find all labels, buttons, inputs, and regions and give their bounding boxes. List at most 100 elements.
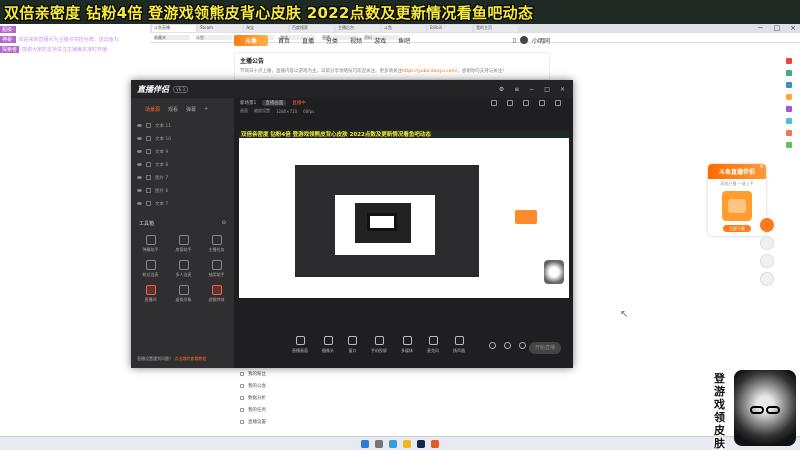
- steam-icon[interactable]: [417, 439, 425, 448]
- maximize-icon[interactable]: □: [544, 86, 550, 93]
- timer-icon[interactable]: [504, 341, 511, 349]
- sidebar-icon[interactable]: [786, 82, 792, 88]
- tool-item[interactable]: 主播任务: [200, 235, 233, 253]
- home-icon[interactable]: [760, 236, 774, 250]
- close-icon[interactable]: ×: [560, 86, 565, 93]
- eye-icon[interactable]: [137, 189, 142, 192]
- user-name[interactable]: 小明同: [532, 36, 550, 45]
- browser-tab[interactable]: 百度搜索: [290, 25, 334, 32]
- start-live-button[interactable]: 开始直播: [529, 342, 561, 354]
- minimize-icon[interactable]: −: [529, 86, 534, 93]
- tab-scene-sources[interactable]: 场景源: [145, 106, 160, 113]
- menu-item[interactable]: 我的粉丝: [234, 368, 286, 380]
- douyu-logo[interactable]: 斗鱼: [234, 34, 268, 46]
- sidebar-icon[interactable]: [786, 142, 792, 148]
- download-promo-card[interactable]: 斗鱼直播伴侣 × 高效开播 一键上手 立即下载: [708, 164, 766, 236]
- minimize-icon[interactable]: −: [758, 24, 764, 32]
- stream-preview[interactable]: 双倍亲密度 钻粉4倍 登游戏领熊皮背心皮肤 2022点数及更新情况看鱼吧动态: [239, 130, 569, 298]
- eye-icon[interactable]: [137, 124, 142, 127]
- settings-icon[interactable]: [519, 341, 526, 349]
- tab-viewers[interactable]: 观看: [168, 106, 178, 113]
- browser-tab[interactable]: 淘宝: [244, 25, 288, 32]
- sidebar-icon[interactable]: [786, 94, 792, 100]
- tool-item[interactable]: 粉丝连麦: [134, 260, 167, 278]
- menu-item[interactable]: 我的公会: [234, 380, 286, 392]
- browser-tab[interactable]: Bilibili: [428, 25, 472, 32]
- bookmark-item[interactable]: 收藏夹: [154, 35, 190, 40]
- tool-item[interactable]: 房管助手: [167, 235, 200, 253]
- menu-icon[interactable]: ≡: [514, 86, 519, 93]
- add-source-icon[interactable]: +: [204, 106, 208, 113]
- help-link[interactable]: 点击跳转查看教程: [174, 356, 206, 361]
- sidebar-icon[interactable]: [786, 106, 792, 112]
- toolbar-item[interactable]: 窗口: [348, 336, 357, 354]
- share-icon[interactable]: [760, 254, 774, 268]
- source-item[interactable]: 图片 7: [131, 171, 234, 184]
- search-icon[interactable]: [375, 439, 383, 448]
- sidebar-icon[interactable]: [786, 58, 792, 64]
- edge-browser-icon[interactable]: [389, 439, 397, 448]
- nav-item-video[interactable]: 视频: [350, 36, 362, 45]
- layer-icon[interactable]: [507, 99, 513, 106]
- promo-download-button[interactable]: 立即下载: [723, 225, 751, 232]
- source-item[interactable]: 文本 8: [131, 158, 234, 171]
- menu-item[interactable]: 数据分析: [234, 392, 286, 404]
- tool-item[interactable]: 虚拟形象: [167, 285, 200, 303]
- menu-item[interactable]: 直播设置: [234, 416, 286, 428]
- toolbar-item[interactable]: 手机投屏: [371, 336, 387, 354]
- file-explorer-icon[interactable]: [403, 439, 411, 448]
- source-item[interactable]: 图片 6: [131, 184, 234, 197]
- toolbar-item[interactable]: 扬声器: [453, 336, 465, 354]
- gift-icon[interactable]: [760, 218, 774, 232]
- toolbox-settings-icon[interactable]: ⊙: [222, 220, 226, 227]
- tool-item[interactable]: 抽奖助手: [200, 260, 233, 278]
- settings-icon[interactable]: [555, 99, 561, 106]
- browser-tab[interactable]: 我的主页: [474, 25, 518, 32]
- source-item[interactable]: 文本 7: [131, 197, 234, 210]
- scene-name[interactable]: 直播画面: [262, 99, 287, 106]
- eye-icon[interactable]: [137, 163, 142, 166]
- nav-item-home[interactable]: 首页: [278, 36, 290, 45]
- avatar[interactable]: [519, 36, 528, 44]
- sidebar-icon[interactable]: [786, 118, 792, 124]
- toolbar-item[interactable]: 多媒体: [401, 336, 413, 354]
- tool-item[interactable]: 直播间: [134, 285, 167, 303]
- nav-item-yuba[interactable]: 鱼吧: [398, 36, 410, 45]
- back-to-top-icon[interactable]: [760, 272, 774, 286]
- layout-icon[interactable]: [491, 99, 497, 106]
- bookmark-item[interactable]: 斗鱼: [196, 35, 232, 40]
- source-item[interactable]: 文本 11: [131, 119, 234, 132]
- start-menu-icon[interactable]: [361, 439, 369, 448]
- maximize-icon[interactable]: □: [774, 24, 781, 32]
- menu-item[interactable]: 我的任务: [234, 404, 286, 416]
- phone-icon[interactable]: ▯: [513, 37, 516, 44]
- sidebar-icon[interactable]: [786, 70, 792, 76]
- source-item[interactable]: 文本 10: [131, 132, 234, 145]
- tool-item[interactable]: 弹幕助手: [134, 235, 167, 253]
- eye-icon[interactable]: [137, 150, 142, 153]
- scene-label[interactable]: 新场景1: [240, 100, 256, 106]
- tab-danmu[interactable]: 弹幕: [186, 106, 196, 113]
- eye-icon[interactable]: [137, 176, 142, 179]
- record-icon[interactable]: [489, 341, 496, 349]
- scene-info[interactable]: 缩放设置: [254, 108, 270, 114]
- toolbar-item[interactable]: 麦克风: [427, 336, 439, 354]
- scene-info[interactable]: 画面: [240, 108, 248, 114]
- toolbar-item[interactable]: 摄像头: [322, 336, 334, 354]
- nav-item-category[interactable]: 分类: [326, 36, 338, 45]
- toolbar-item[interactable]: 直播画面: [292, 336, 308, 354]
- tool-item[interactable]: 滤镜特效: [200, 285, 233, 303]
- close-icon[interactable]: ×: [790, 24, 796, 32]
- notification-icon[interactable]: [539, 99, 545, 106]
- douyu-app-icon[interactable]: [431, 439, 439, 448]
- announcement-link[interactable]: https://yuba.douyu.com/: [402, 69, 457, 74]
- nav-item-live[interactable]: 直播: [302, 36, 314, 45]
- browser-tab[interactable]: 主播后台: [336, 25, 380, 32]
- screenshot-icon[interactable]: [523, 99, 529, 106]
- source-item[interactable]: 文本 9: [131, 145, 234, 158]
- browser-tab[interactable]: 斗鱼直播: [152, 25, 196, 32]
- nav-item-game[interactable]: 游戏: [374, 36, 386, 45]
- browser-tab[interactable]: 斗鱼: [382, 25, 426, 32]
- eye-icon[interactable]: [137, 202, 142, 205]
- eye-icon[interactable]: [137, 137, 142, 140]
